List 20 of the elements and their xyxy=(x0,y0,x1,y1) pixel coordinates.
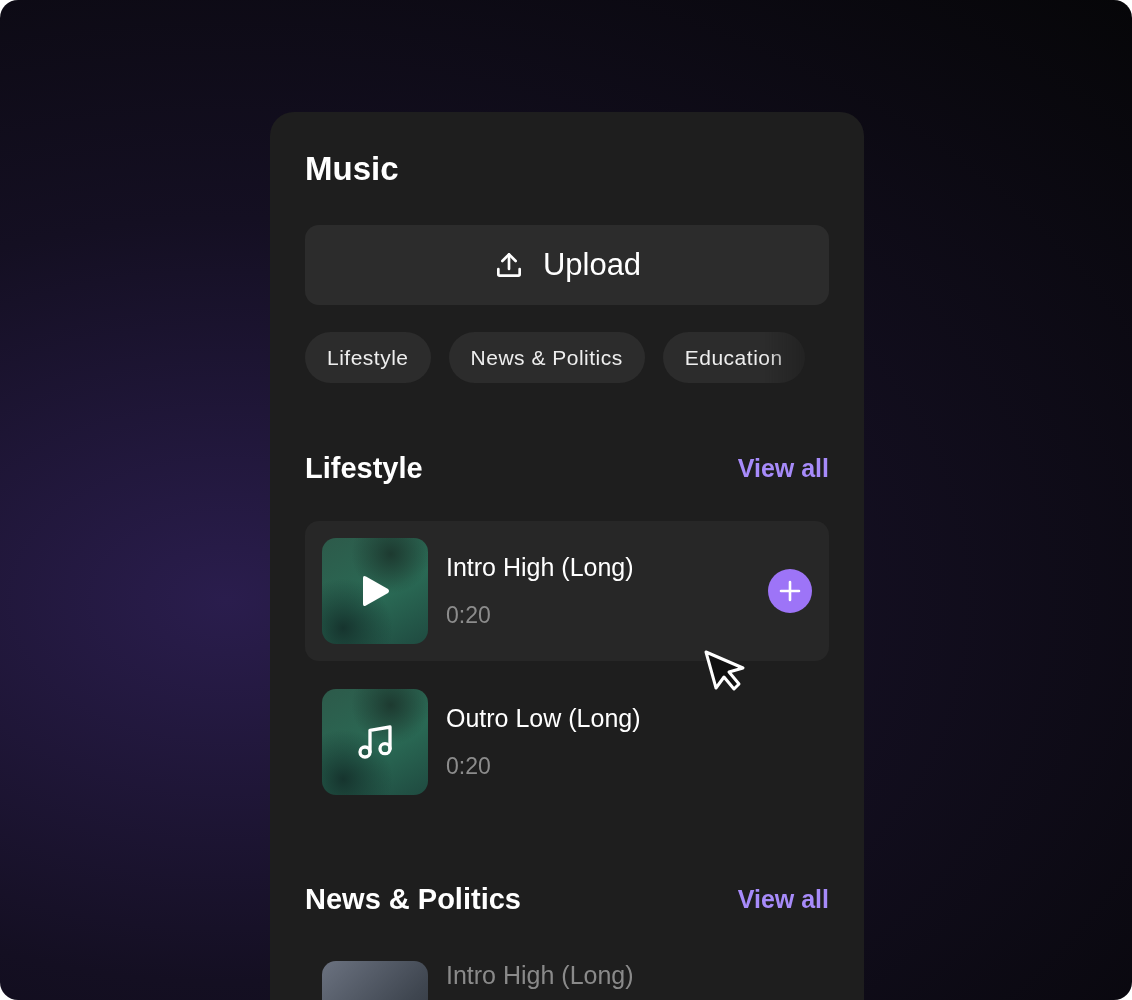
plus-icon xyxy=(778,578,802,603)
cursor-icon xyxy=(703,650,747,692)
track-title: Intro High (Long) xyxy=(446,551,635,583)
track-row[interactable]: Intro High (Long) 0:20 xyxy=(305,520,829,661)
section-title: News & Politics xyxy=(305,881,521,917)
category-chip[interactable]: Lifestyle xyxy=(305,332,431,383)
panel-title: Music xyxy=(305,152,400,185)
upload-button[interactable]: Upload xyxy=(305,225,829,305)
track-title: Intro High (Long) xyxy=(446,961,635,989)
track-duration: 0:20 xyxy=(446,601,492,630)
track-row[interactable]: Outro Low (Long) 0:20 xyxy=(305,671,829,812)
section-title: Lifestyle xyxy=(305,451,423,486)
track-row[interactable]: Intro High (Long) xyxy=(305,951,829,1000)
view-all-link[interactable]: View all xyxy=(737,880,829,918)
category-chip[interactable]: News & Politics xyxy=(448,332,645,383)
view-all-link[interactable]: View all xyxy=(737,450,829,488)
category-chip[interactable]: Education xyxy=(662,332,805,383)
add-button[interactable] xyxy=(768,568,812,613)
track-duration: 0:20 xyxy=(446,752,492,781)
track-title: Outro Low (Long) xyxy=(446,702,642,734)
